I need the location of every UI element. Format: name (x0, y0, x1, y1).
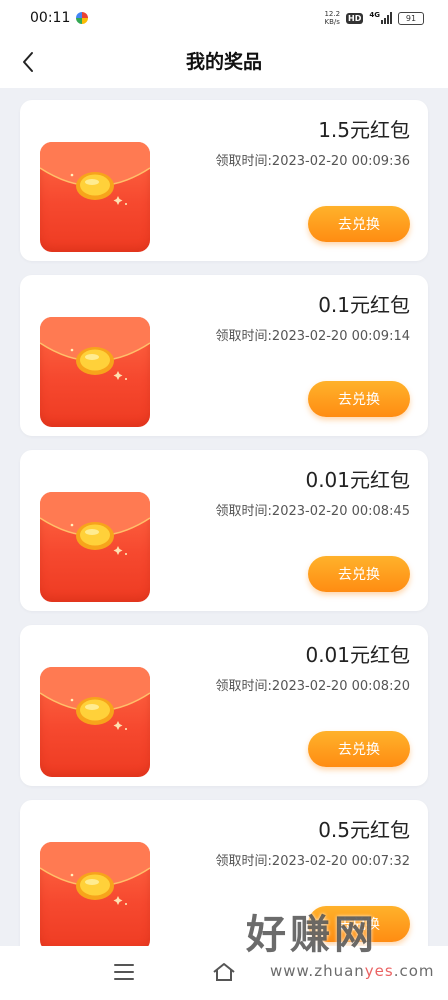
home-icon[interactable] (212, 962, 236, 986)
redeem-button[interactable]: 去兑换 (308, 731, 410, 767)
battery-level: 91 (405, 13, 417, 23)
prize-list: 1.5元红包 领取时间:2023-02-20 00:09:36 去兑换 0.1元… (20, 100, 428, 975)
status-time: 00:11 (30, 10, 71, 26)
nav-bar: 我的奖品 (0, 36, 448, 88)
network-type: 4G (369, 11, 380, 19)
hd-icon: HD (346, 12, 364, 24)
redeem-button[interactable]: 去兑换 (308, 206, 410, 242)
red-envelope-icon (40, 492, 150, 602)
redeem-button[interactable]: 去兑换 (308, 556, 410, 592)
battery-icon: 91 (398, 11, 424, 25)
claim-time: 领取时间:2023-02-20 00:09:36 (215, 154, 410, 169)
prize-name: 0.5元红包 (318, 818, 410, 842)
red-envelope-icon (40, 667, 150, 777)
claim-time: 领取时间:2023-02-20 00:08:45 (215, 504, 410, 519)
network-speed-unit: KB/s (324, 18, 340, 26)
network-speed-value: 12.2 (324, 10, 341, 18)
claim-time: 领取时间:2023-02-20 00:09:14 (215, 329, 410, 344)
network-speed: 12.2 KB/s (324, 10, 340, 26)
prize-name: 0.01元红包 (305, 468, 410, 492)
back-button[interactable] (14, 48, 42, 76)
back-arrow-icon (23, 52, 33, 72)
system-nav-bar (0, 946, 448, 1000)
prize-card: 0.5元红包 领取时间:2023-02-20 00:07:32 去兑换 (20, 800, 428, 961)
prize-card: 0.01元红包 领取时间:2023-02-20 00:08:20 去兑换 (20, 625, 428, 786)
claim-time: 领取时间:2023-02-20 00:08:20 (215, 679, 410, 694)
prize-name: 0.01元红包 (305, 643, 410, 667)
prize-name: 1.5元红包 (318, 118, 410, 142)
prize-card: 0.01元红包 领取时间:2023-02-20 00:08:45 去兑换 (20, 450, 428, 611)
redeem-button[interactable]: 去兑换 (308, 906, 410, 942)
page-title: 我的奖品 (185, 51, 262, 73)
prize-name: 0.1元红包 (318, 293, 410, 317)
status-bar: 00:11 12.2 KB/s HD 4G 91 (0, 0, 448, 36)
claim-time: 领取时间:2023-02-20 00:07:32 (215, 854, 410, 869)
red-envelope-icon (40, 842, 150, 952)
red-envelope-icon (40, 317, 150, 427)
redeem-button[interactable]: 去兑换 (308, 381, 410, 417)
menu-icon[interactable] (114, 964, 134, 982)
status-indicators: 12.2 KB/s HD 4G 91 (324, 10, 424, 26)
prize-card: 0.1元红包 领取时间:2023-02-20 00:09:14 去兑换 (20, 275, 428, 436)
red-envelope-icon (40, 142, 150, 252)
prize-card: 1.5元红包 领取时间:2023-02-20 00:09:36 去兑换 (20, 100, 428, 261)
app-notification-icon (76, 12, 89, 24)
signal-icon: 4G (369, 12, 392, 24)
